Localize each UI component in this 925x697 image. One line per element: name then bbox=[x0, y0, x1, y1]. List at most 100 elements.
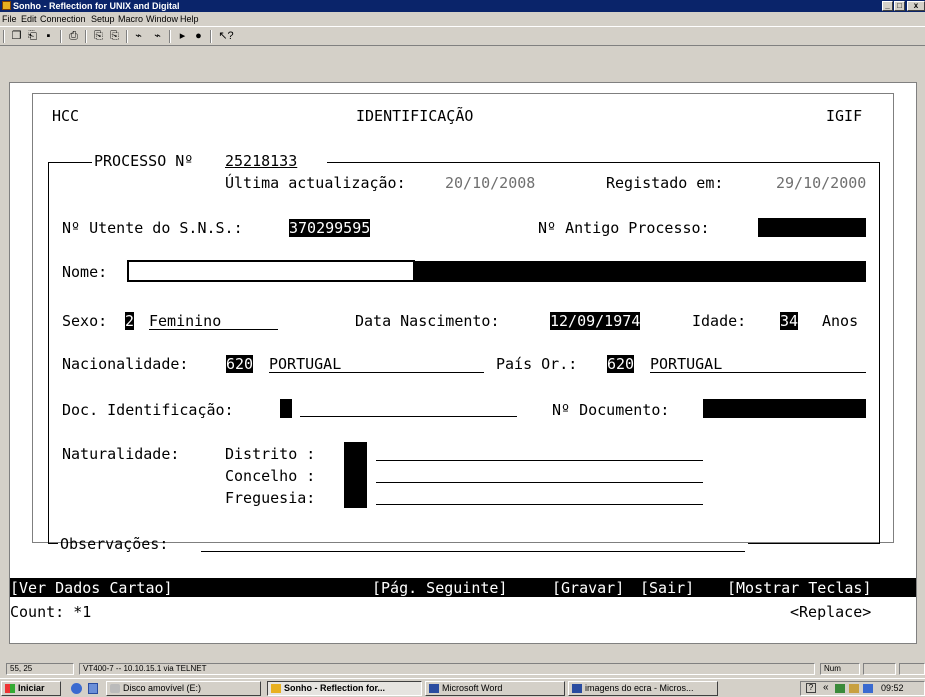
save-icon[interactable]: ▪ bbox=[41, 29, 56, 43]
page-title: IDENTIFICAÇÃO bbox=[356, 107, 474, 125]
sexo-underline bbox=[149, 329, 278, 330]
idade-unit: Anos bbox=[822, 312, 859, 330]
frame-bottom-right bbox=[748, 543, 880, 544]
paste-icon[interactable]: ⎘ bbox=[107, 29, 122, 43]
start-label: Iniciar bbox=[18, 683, 45, 693]
ultima-label: Última actualização: bbox=[225, 174, 406, 192]
sexo-code-field[interactable]: 2 bbox=[125, 312, 135, 330]
nome-field-filled[interactable] bbox=[415, 261, 866, 282]
doc-label: Doc. Identificação: bbox=[62, 401, 234, 419]
frame-top-right bbox=[327, 162, 880, 163]
play-icon[interactable]: ▸ bbox=[175, 29, 190, 43]
pais-label: País Or.: bbox=[496, 355, 578, 373]
windows-logo-icon bbox=[5, 684, 15, 693]
menu-connection[interactable]: Connection bbox=[40, 14, 86, 24]
menu-window[interactable]: Window bbox=[146, 14, 178, 24]
menu-help[interactable]: Help bbox=[180, 14, 199, 24]
security-tray-icon[interactable] bbox=[849, 684, 859, 693]
freguesia-label: Freguesia: bbox=[225, 489, 316, 507]
vertical-scrollbar[interactable] bbox=[917, 72, 925, 644]
freguesia-underline bbox=[376, 504, 703, 505]
processo-value[interactable]: 25218133 bbox=[225, 152, 297, 170]
count-text: Count: *1 bbox=[10, 603, 92, 621]
nome-input[interactable] bbox=[127, 260, 415, 282]
ultima-value: 20/10/2008 bbox=[445, 174, 536, 192]
distrito-label: Distrito : bbox=[225, 445, 316, 463]
taskbar-item-disco[interactable]: Disco amovível (E:) bbox=[106, 681, 261, 696]
taskbar-item-disco-label: Disco amovível (E:) bbox=[123, 683, 202, 693]
taskbar-item-imagens[interactable]: imagens do ecra - Micros... bbox=[568, 681, 718, 696]
registado-value: 29/10/2000 bbox=[776, 174, 867, 192]
antigo-field[interactable] bbox=[758, 218, 866, 237]
pais-code-field[interactable]: 620 bbox=[607, 355, 635, 373]
reflection-app-icon bbox=[271, 684, 281, 693]
frame-top-left bbox=[48, 162, 92, 163]
maximize-button[interactable]: □ bbox=[894, 1, 905, 11]
nascimento-field[interactable]: 12/09/1974 bbox=[550, 312, 641, 330]
disconnect-icon[interactable]: ⌁ bbox=[150, 29, 165, 43]
ndoc-field[interactable] bbox=[703, 399, 866, 418]
nacionalidade-underline bbox=[269, 372, 484, 373]
close-button[interactable]: x bbox=[907, 1, 925, 11]
menu-edit[interactable]: Edit bbox=[21, 14, 37, 24]
record-icon[interactable]: ● bbox=[191, 29, 206, 43]
frame-right bbox=[879, 162, 880, 544]
ver-dados-cartao-button[interactable]: [Ver Dados Cartao] bbox=[10, 579, 173, 597]
status-bar: 55, 25 VT400-7 -- 10.10.15.1 via TELNET … bbox=[0, 661, 925, 677]
frame-bottom-left bbox=[48, 543, 58, 544]
sair-button[interactable]: [Sair] bbox=[640, 579, 694, 597]
menu-setup[interactable]: Setup bbox=[91, 14, 115, 24]
ndoc-label: Nº Documento: bbox=[552, 401, 670, 419]
idade-field[interactable]: 34 bbox=[780, 312, 799, 330]
minimize-button[interactable]: _ bbox=[882, 1, 893, 11]
sexo-label: Sexo: bbox=[62, 312, 108, 330]
volume-tray-icon[interactable] bbox=[863, 684, 873, 693]
nacionalidade-desc: PORTUGAL bbox=[269, 355, 342, 373]
start-button[interactable]: Iniciar bbox=[1, 681, 61, 696]
idade-label: Idade: bbox=[692, 312, 747, 330]
taskbar-item-sonho-label: Sonho - Reflection for... bbox=[284, 683, 385, 693]
menu-macro[interactable]: Macro bbox=[118, 14, 143, 24]
nacionalidade-code-field[interactable]: 620 bbox=[226, 355, 254, 373]
window-title: Sonho - Reflection for UNIX and Digital bbox=[13, 1, 180, 11]
app-icon bbox=[2, 1, 11, 10]
show-desktop-icon[interactable] bbox=[88, 683, 98, 694]
naturalidade-code-fields[interactable] bbox=[344, 442, 367, 508]
num-lock-indicator: Num bbox=[820, 663, 860, 675]
clock[interactable]: 09:52 bbox=[881, 683, 904, 693]
cursor-position: 55, 25 bbox=[6, 663, 74, 675]
taskbar-item-word-label: Microsoft Word bbox=[442, 683, 503, 693]
doc-underline bbox=[300, 416, 517, 417]
pais-desc: PORTUGAL bbox=[650, 355, 723, 373]
frame-left bbox=[48, 162, 49, 544]
distrito-underline bbox=[376, 460, 703, 461]
utente-field[interactable]: 370299595 bbox=[289, 219, 371, 237]
nacionalidade-label: Nacionalidade: bbox=[62, 355, 189, 373]
help-tray-icon[interactable]: ? bbox=[806, 683, 816, 693]
naturalidade-label: Naturalidade: bbox=[62, 445, 180, 463]
gravar-button[interactable]: [Gravar] bbox=[552, 579, 624, 597]
taskbar-item-word[interactable]: Microsoft Word bbox=[425, 681, 565, 696]
network-tray-icon[interactable] bbox=[835, 684, 845, 693]
taskbar-item-sonho[interactable]: Sonho - Reflection for... bbox=[267, 681, 422, 696]
open-icon[interactable]: ⎗ bbox=[25, 29, 40, 43]
doc-code-field[interactable] bbox=[280, 399, 292, 418]
replace-mode: <Replace> bbox=[790, 603, 872, 621]
menu-file[interactable]: File bbox=[2, 14, 17, 24]
antigo-label: Nº Antigo Processo: bbox=[538, 219, 710, 237]
copy-icon[interactable]: ⎘ bbox=[91, 29, 106, 43]
mostrar-teclas-button[interactable]: [Mostrar Teclas] bbox=[727, 579, 872, 597]
observacoes-underline bbox=[201, 551, 745, 552]
show-hidden-icons-chevron[interactable]: « bbox=[823, 682, 829, 693]
print-icon[interactable]: ⎙ bbox=[66, 29, 81, 43]
new-icon[interactable]: ❐ bbox=[9, 29, 24, 43]
connect-icon[interactable]: ⌁ bbox=[131, 29, 146, 43]
pagina-seguinte-button[interactable]: [Pág. Seguinte] bbox=[372, 579, 507, 597]
processo-label: PROCESSO Nº bbox=[94, 152, 194, 170]
window-title-bar[interactable]: Sonho - Reflection for UNIX and Digital … bbox=[0, 0, 925, 12]
sexo-desc: Feminino bbox=[149, 312, 222, 330]
help-pointer-icon[interactable]: ↖? bbox=[216, 29, 236, 43]
registado-label: Registado em: bbox=[606, 174, 724, 192]
internet-explorer-icon[interactable] bbox=[71, 683, 82, 694]
word-document-icon bbox=[572, 684, 582, 693]
